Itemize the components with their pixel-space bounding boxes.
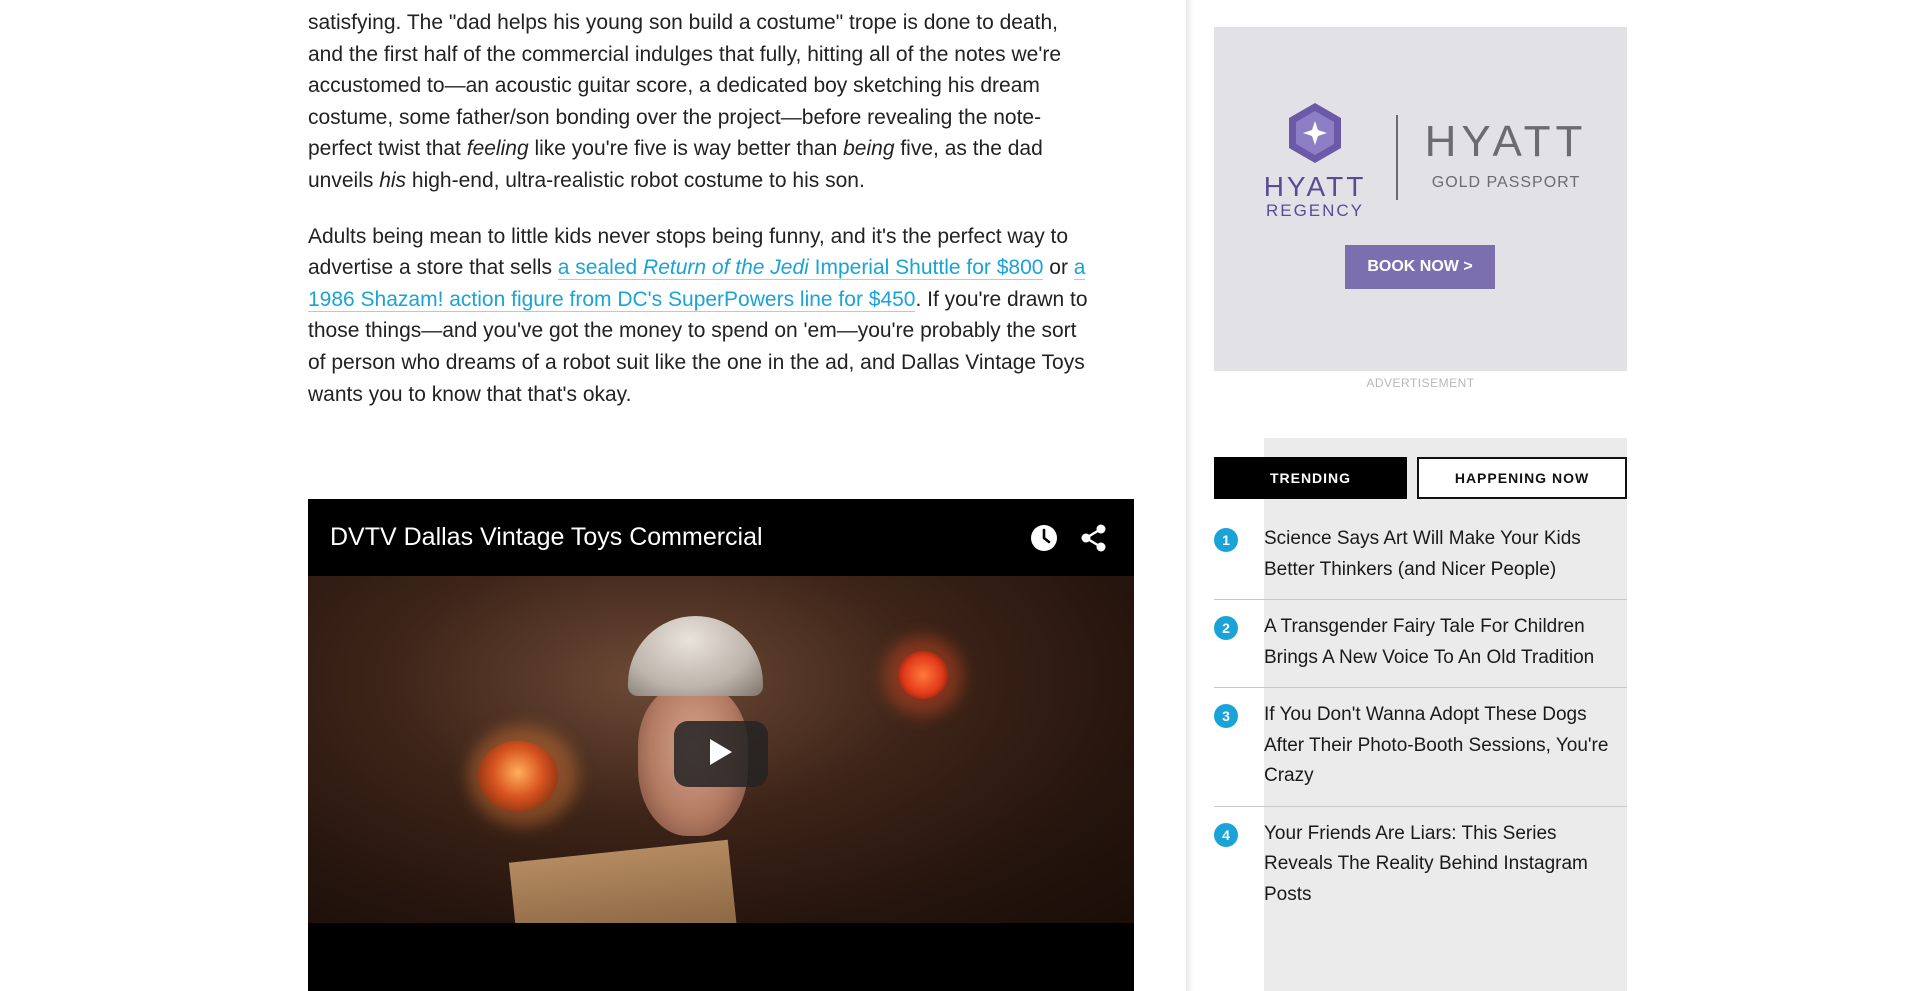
article-link[interactable]: Return of the Jedi [643, 256, 809, 281]
trending-item-title[interactable]: Your Friends Are Liars: This Series Reve… [1264, 819, 1614, 911]
video-header: DVTV Dallas Vintage Toys Commercial [308, 499, 1134, 576]
trending-item-4[interactable]: 4 Your Friends Are Liars: This Series Re… [1214, 807, 1627, 925]
trending-rank-badge: 2 [1214, 616, 1238, 640]
column-divider [1186, 0, 1194, 991]
article-paragraph-2: Adults being mean to little kids never s… [308, 221, 1098, 411]
tab-happening-now[interactable]: HAPPENING NOW [1417, 457, 1627, 499]
video-player[interactable]: DVTV Dallas Vintage Toys Commercial [308, 499, 1134, 991]
video-title[interactable]: DVTV Dallas Vintage Toys Commercial [330, 523, 1012, 552]
trending-rank-badge: 4 [1214, 822, 1238, 847]
video-thumbnail[interactable] [308, 576, 1134, 923]
gold-passport-sub: GOLD PASSPORT [1431, 174, 1581, 191]
article-body: satisfying. The "dad helps his young son… [308, 0, 1098, 434]
trending-item-2[interactable]: 2 A Transgender Fairy Tale For Children … [1214, 600, 1627, 688]
lantern-image [898, 651, 948, 699]
hyatt-regency-sub: REGENCY [1265, 201, 1365, 220]
paragraph-text: or [1043, 256, 1074, 280]
trending-item-1[interactable]: 1 Science Says Art Will Make Your Kids B… [1214, 512, 1627, 600]
trending-list: 1 Science Says Art Will Make Your Kids B… [1214, 512, 1627, 924]
trending-rank-badge: 3 [1214, 704, 1238, 728]
tab-trending[interactable]: TRENDING [1214, 457, 1407, 499]
trending-item-title[interactable]: A Transgender Fairy Tale For Children Br… [1264, 612, 1614, 673]
robot-helmet-image [628, 616, 763, 696]
article-link[interactable]: a sealed [557, 256, 644, 281]
trending-tabs: TRENDING HAPPENING NOW [1214, 457, 1627, 499]
trending-rank-badge: 1 [1214, 528, 1238, 552]
article-link[interactable]: Imperial Shuttle for $800 [808, 256, 1044, 281]
emphasized-text: feeling [466, 137, 529, 161]
hyatt-regency-logo: HYATT REGENCY [1260, 103, 1370, 220]
emphasized-text: his [379, 168, 407, 192]
trending-item-title[interactable]: Science Says Art Will Make Your Kids Bet… [1264, 524, 1614, 585]
emphasized-text: being [843, 137, 895, 161]
advertisement-label: ADVERTISEMENT [1366, 376, 1475, 390]
ad-logo-separator [1396, 115, 1398, 200]
clock-icon[interactable] [1026, 520, 1062, 556]
cardboard-box-image [508, 839, 738, 923]
hyatt-gold-passport-logo: HYATT GOLD PASSPORT [1420, 120, 1592, 192]
hyatt-regency-logo-mark [1289, 103, 1341, 163]
book-now-button[interactable]: BOOK NOW > [1345, 245, 1495, 289]
share-icon[interactable] [1076, 520, 1112, 556]
play-button[interactable] [674, 721, 768, 787]
video-bottom-bar [308, 923, 1134, 991]
hyatt-regency-name: HYATT [1263, 171, 1367, 202]
trending-item-title[interactable]: If You Don't Wanna Adopt These Dogs Afte… [1264, 700, 1614, 792]
trending-item-3[interactable]: 3 If You Don't Wanna Adopt These Dogs Af… [1214, 688, 1627, 807]
paragraph-text: like you're five is way better than [528, 137, 844, 161]
paragraph-text: high-end, ultra-realistic robot costume … [406, 168, 865, 192]
play-icon [708, 738, 734, 771]
article-paragraph-1: satisfying. The "dad helps his young son… [308, 7, 1098, 197]
gold-passport-name: HYATT [1424, 117, 1588, 166]
pumpkin-image [478, 741, 558, 811]
